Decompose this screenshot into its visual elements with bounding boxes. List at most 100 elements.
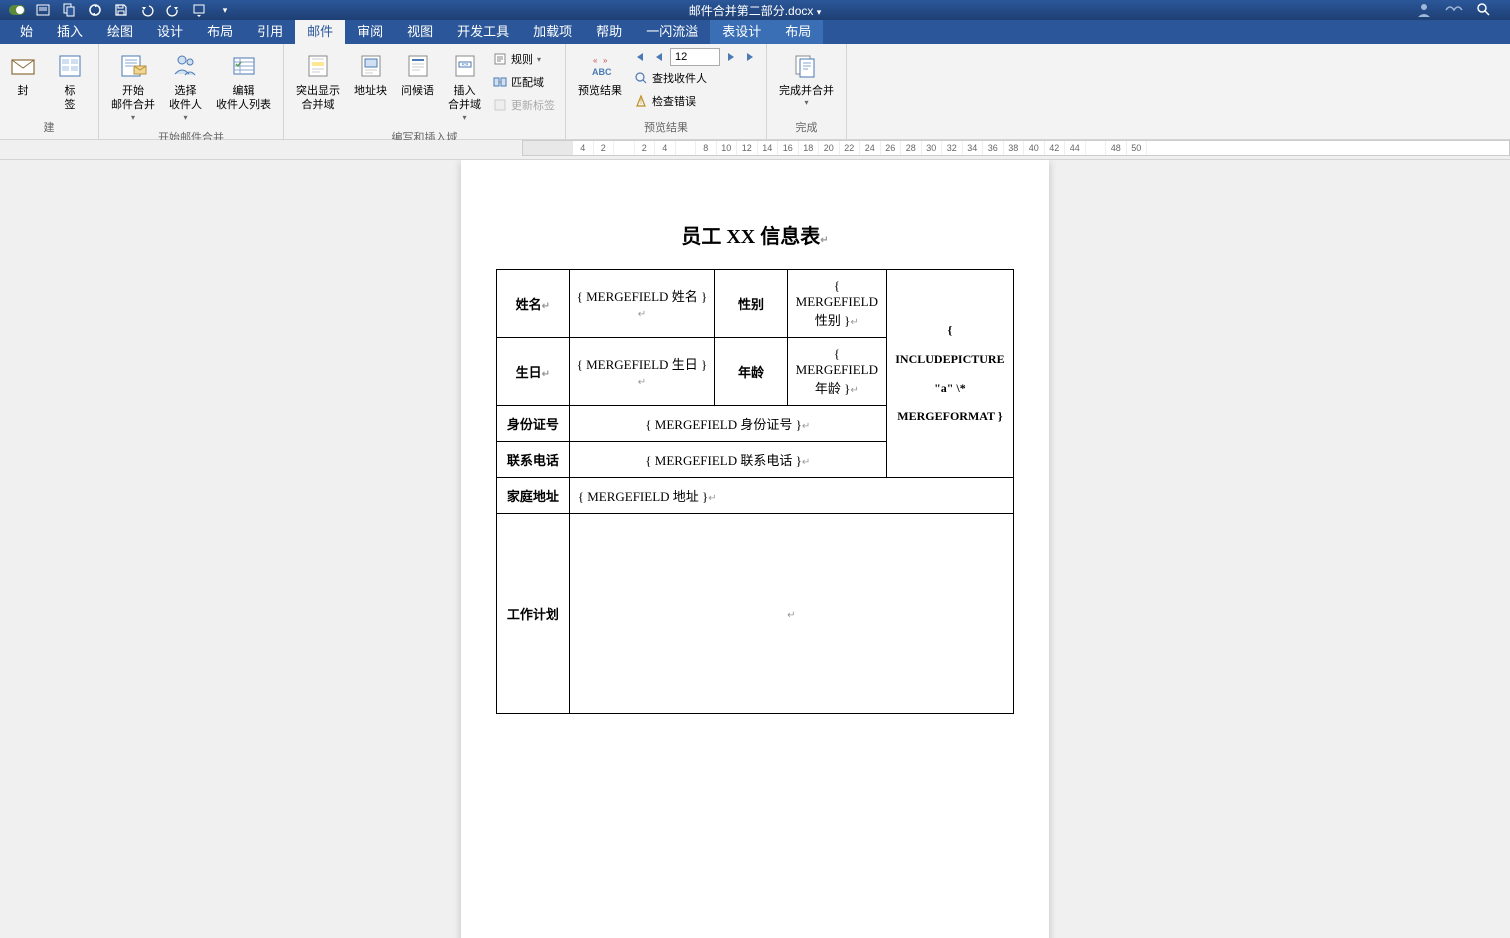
ribbon-group-preview: «»ABC 预览结果 [566, 44, 767, 139]
greeting-icon [402, 50, 434, 82]
horizontal-ruler[interactable]: 4224810121416182022242628303234363840424… [522, 140, 1510, 156]
user-icon[interactable] [1416, 2, 1432, 18]
tab-insert[interactable]: 插入 [45, 17, 95, 44]
rules-button[interactable]: 规则 ▾ [489, 48, 559, 70]
preview-results-button[interactable]: «»ABC 预览结果 [572, 46, 628, 102]
cell-id-label[interactable]: 身份证号 [497, 406, 570, 442]
cell-name-field[interactable]: { MERGEFIELD 姓名 }↵ [569, 270, 714, 338]
next-record-button[interactable] [722, 48, 740, 66]
last-record-button[interactable] [742, 48, 760, 66]
ribbon-group-finish: 完成并合并 ▾ 完成 [767, 44, 847, 139]
start-mail-merge-button[interactable]: 开始 邮件合并 ▾ [105, 46, 161, 127]
info-table: 姓名↵ { MERGEFIELD 姓名 }↵ 性别 { MERGEFIELD 性… [496, 269, 1014, 714]
greeting-button[interactable]: 问候语 [395, 46, 440, 102]
cell-picture-field[interactable]: { INCLUDEPICTURE "a" \* MERGEFORMAT } [886, 270, 1013, 478]
mail-merge-icon [117, 50, 149, 82]
tab-design[interactable]: 设计 [145, 17, 195, 44]
first-record-button[interactable] [630, 48, 648, 66]
svg-text:!: ! [640, 99, 642, 106]
save-icon[interactable] [112, 1, 130, 19]
tab-help[interactable]: 帮助 [584, 17, 634, 44]
document-title: 邮件合并第二部分.docx ▾ [689, 2, 822, 19]
cell-age-label[interactable]: 年龄 [715, 338, 788, 406]
cell-phone-label[interactable]: 联系电话 [497, 442, 570, 478]
tab-review[interactable]: 审阅 [345, 17, 395, 44]
cell-id-field[interactable]: { MERGEFIELD 身份证号 }↵ [569, 406, 886, 442]
highlight-fields-button[interactable]: 突出显示 合并域 [290, 46, 346, 117]
tab-addins[interactable]: 加载项 [521, 17, 584, 44]
prev-record-button[interactable] [650, 48, 668, 66]
check-errors-button[interactable]: ! 检查错误 [630, 90, 760, 112]
cell-birthday-field[interactable]: { MERGEFIELD 生日 }↵ [569, 338, 714, 406]
record-number-input[interactable] [670, 48, 720, 66]
svg-text:«: « [593, 56, 598, 65]
menu-tabs: 始 插入 绘图 设计 布局 引用 邮件 审阅 视图 开发工具 加载项 帮助 一闪… [0, 20, 1510, 44]
cell-plan-label[interactable]: 工作计划 [497, 514, 570, 714]
envelopes-button[interactable]: 封 [6, 46, 46, 102]
qat-more-icon[interactable] [190, 1, 208, 19]
cell-gender-label[interactable]: 性别 [715, 270, 788, 338]
address-block-label: 地址块 [354, 84, 387, 98]
sync-icon[interactable] [86, 1, 104, 19]
group-finish-label: 完成 [773, 117, 840, 137]
table-row: 姓名↵ { MERGEFIELD 姓名 }↵ 性别 { MERGEFIELD 性… [497, 270, 1014, 338]
finish-merge-button[interactable]: 完成并合并 ▾ [773, 46, 840, 113]
group-preview-label: 预览结果 [572, 117, 760, 137]
highlight-icon [302, 50, 334, 82]
cell-address-field[interactable]: { MERGEFIELD 地址 }↵ [569, 478, 1013, 514]
tab-draw[interactable]: 绘图 [95, 17, 145, 44]
cell-age-field[interactable]: { MERGEFIELD 年龄 }↵ [787, 338, 886, 406]
document-area[interactable]: 员工 XX 信息表↵ 姓名↵ { MERGEFIELD 姓名 }↵ 性别 { M… [0, 160, 1510, 938]
tab-mailings[interactable]: 邮件 [295, 17, 345, 44]
finish-icon [791, 50, 823, 82]
edit-recipients-button[interactable]: 编辑 收件人列表 [210, 46, 277, 117]
tab-table-design[interactable]: 表设计 [710, 17, 773, 44]
cell-plan-content[interactable]: ↵ [569, 514, 1013, 714]
table-row: 工作计划 ↵ [497, 514, 1014, 714]
tab-developer[interactable]: 开发工具 [445, 17, 521, 44]
match-fields-button[interactable]: 匹配域 [489, 71, 559, 93]
qat-icon-2[interactable] [60, 1, 78, 19]
cell-name-label[interactable]: 姓名↵ [497, 270, 570, 338]
group-create-label: 建 [6, 117, 92, 137]
tab-start[interactable]: 始 [8, 17, 45, 44]
table-row: 家庭地址 { MERGEFIELD 地址 }↵ [497, 478, 1014, 514]
tab-layout[interactable]: 布局 [195, 17, 245, 44]
cell-phone-field[interactable]: { MERGEFIELD 联系电话 }↵ [569, 442, 886, 478]
qat-customize-icon[interactable]: ▾ [216, 1, 234, 19]
tab-view[interactable]: 视图 [395, 17, 445, 44]
tab-references[interactable]: 引用 [245, 17, 295, 44]
rules-icon [493, 52, 507, 66]
finish-label: 完成并合并 [779, 84, 834, 98]
qat-icon-1[interactable] [34, 1, 52, 19]
insert-field-button[interactable]: «» 插入 合并域 ▾ [442, 46, 487, 127]
update-labels-button: 更新标签 [489, 94, 559, 116]
search-icon[interactable] [1476, 2, 1490, 18]
tab-custom[interactable]: 一闪流溢 [634, 17, 710, 44]
ribbon-group-start-merge: 开始 邮件合并 ▾ 选择 收件人 ▾ 编辑 收件人列表 开始邮件合并 [99, 44, 284, 139]
select-recipients-button[interactable]: 选择 收件人 ▾ [163, 46, 208, 127]
quick-access-toolbar: ▾ [0, 1, 234, 19]
record-nav [630, 48, 760, 66]
undo-icon[interactable] [138, 1, 156, 19]
find-icon [634, 71, 648, 85]
update-labels-icon [493, 98, 507, 112]
redo-icon[interactable] [164, 1, 182, 19]
page: 员工 XX 信息表↵ 姓名↵ { MERGEFIELD 姓名 }↵ 性别 { M… [461, 160, 1049, 938]
envelopes-label: 封 [18, 84, 29, 98]
labels-button[interactable]: 标 签 [48, 46, 92, 117]
ribbon-options-icon[interactable] [1444, 2, 1464, 18]
address-block-button[interactable]: 地址块 [348, 46, 393, 102]
select-recipients-label: 选择 收件人 [169, 84, 202, 113]
svg-text:ABC: ABC [592, 67, 612, 77]
tab-table-layout[interactable]: 布局 [773, 17, 823, 44]
highlight-label: 突出显示 合并域 [296, 84, 340, 113]
edit-recipients-label: 编辑 收件人列表 [216, 84, 271, 113]
cell-gender-field[interactable]: { MERGEFIELD 性别 }↵ [787, 270, 886, 338]
cell-birthday-label[interactable]: 生日↵ [497, 338, 570, 406]
ribbon-group-write-insert: 突出显示 合并域 地址块 问候语 «» 插入 合并域 ▾ [284, 44, 566, 139]
autosave-toggle[interactable] [8, 1, 26, 19]
ruler-area: 4224810121416182022242628303234363840424… [0, 140, 1510, 160]
find-recipient-button[interactable]: 查找收件人 [630, 67, 760, 89]
cell-address-label[interactable]: 家庭地址 [497, 478, 570, 514]
